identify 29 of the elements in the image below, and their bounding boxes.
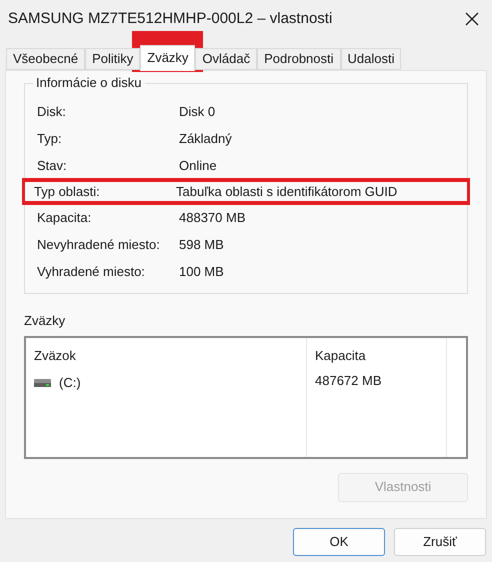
section-title: Zväzky xyxy=(24,312,66,330)
field-value: 488370 MB xyxy=(179,208,246,227)
tab[interactable]: Zväzky xyxy=(140,45,196,71)
field-value: Tabuľka oblasti s identifikátorom GUID xyxy=(176,182,398,201)
field-value: Disk 0 xyxy=(179,102,216,121)
field-value: Online xyxy=(179,156,217,175)
tab[interactable]: Politiky xyxy=(85,48,140,70)
field-value: Základný xyxy=(179,130,232,148)
volume-name[interactable]: (C:) xyxy=(59,373,81,392)
field-label: Nevyhradené miesto: xyxy=(37,236,161,254)
tab[interactable]: Podrobnosti xyxy=(257,48,341,70)
ok-button[interactable]: OK xyxy=(293,528,385,556)
field-label: Kapacita: xyxy=(37,208,92,227)
drive-icon xyxy=(34,378,51,387)
tab[interactable]: Udalosti xyxy=(340,48,402,70)
field-label: Vyhradené miesto: xyxy=(37,262,146,281)
cancel-button[interactable]: Zrušiť xyxy=(394,528,486,556)
window-title: SAMSUNG MZ7TE512HMHP-000L2 – vlastnosti xyxy=(8,8,332,29)
field-label: Stav: xyxy=(37,156,68,175)
volume-capacity: 487672 MB xyxy=(315,372,382,390)
column-header: Zväzok xyxy=(34,348,76,362)
tab[interactable]: Všeobecné xyxy=(6,48,86,70)
field-label: Typ oblasti: xyxy=(34,182,101,201)
field-value: 598 MB xyxy=(179,236,224,254)
field-value: 100 MB xyxy=(179,262,224,281)
field-label: Disk: xyxy=(37,102,67,121)
field-label: Typ: xyxy=(37,130,63,148)
column-header: Kapacita xyxy=(315,348,366,362)
tab[interactable]: Ovládač xyxy=(195,48,258,70)
